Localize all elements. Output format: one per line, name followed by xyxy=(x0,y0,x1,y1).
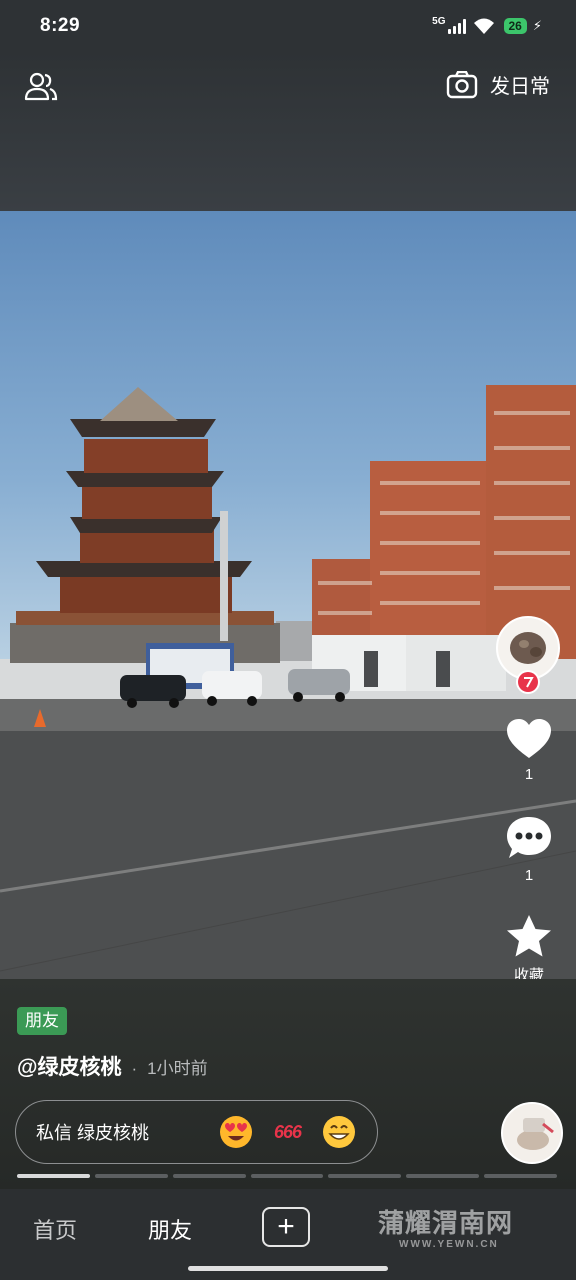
666-emoji[interactable]: 666 xyxy=(274,1122,302,1143)
heart-eyes-emoji[interactable] xyxy=(218,1114,254,1150)
status-bar: 8:29 5G 26 ⚡ xyxy=(0,0,576,52)
post-info-panel: 朋友 @绿皮核桃 · 1小时前 私信 绿皮核桃 666 xyxy=(0,979,576,1189)
network-type: 5G xyxy=(432,16,446,27)
progress-segment xyxy=(328,1174,402,1178)
friends-icon[interactable] xyxy=(22,68,60,106)
progress-segment xyxy=(250,1174,324,1178)
home-indicator[interactable] xyxy=(188,1266,388,1271)
like-count: 1 xyxy=(524,766,534,783)
watermark: 蒲耀渭南网 xyxy=(378,1208,514,1238)
quick-emoji-row: 666 xyxy=(218,1114,357,1150)
nav-home[interactable]: 首页 xyxy=(33,1213,77,1245)
post-time-separator: · xyxy=(131,1059,138,1078)
status-time: 8:29 xyxy=(40,15,81,36)
progress-segment xyxy=(17,1174,90,1178)
top-header: 发日常 xyxy=(0,52,576,212)
charging-icon: ⚡ xyxy=(532,18,542,33)
grin-emoji[interactable] xyxy=(321,1114,357,1150)
favorite-button[interactable]: 收藏 xyxy=(486,914,572,985)
star-icon xyxy=(507,915,551,957)
nav-friends[interactable]: 朋友 xyxy=(148,1213,192,1245)
comment-button[interactable]: 1 xyxy=(486,815,572,884)
author-line: @绿皮核桃 · 1小时前 xyxy=(17,1051,208,1081)
heart-icon xyxy=(507,719,551,758)
post-daily-button[interactable]: 发日常 xyxy=(446,70,550,99)
progress-segment xyxy=(484,1174,558,1178)
comment-icon xyxy=(507,817,551,858)
comment-count: 1 xyxy=(524,867,534,884)
author-name[interactable]: @绿皮核桃 xyxy=(17,1051,121,1081)
avatar-badge xyxy=(516,670,540,694)
progress-segment xyxy=(172,1174,246,1178)
music-avatar[interactable] xyxy=(501,1102,563,1164)
post-time: 1小时前 xyxy=(147,1059,208,1078)
story-progress xyxy=(17,1174,558,1178)
plus-icon: + xyxy=(277,1210,295,1243)
friend-tag: 朋友 xyxy=(17,1007,67,1035)
watermark-url: WWW.YEWN.CN xyxy=(399,1239,499,1250)
post-daily-label: 发日常 xyxy=(490,76,550,98)
signal-icon xyxy=(447,18,466,34)
bottom-nav: 首页 朋友 + 蒲耀渭南网 WWW.YEWN.CN xyxy=(0,1189,576,1280)
direct-message-bar[interactable]: 私信 绿皮核桃 666 xyxy=(15,1100,378,1164)
camera-icon xyxy=(446,70,478,98)
like-button[interactable]: 1 xyxy=(486,718,572,783)
wifi-icon xyxy=(473,18,494,34)
progress-segment xyxy=(406,1174,480,1178)
direct-message-label: 私信 绿皮核桃 xyxy=(36,1123,150,1143)
battery-icon: 26 xyxy=(503,18,527,34)
create-button[interactable]: + xyxy=(262,1207,310,1247)
status-icons: 5G 26 ⚡ xyxy=(432,17,542,35)
badge-icon xyxy=(518,672,538,692)
progress-segment xyxy=(94,1174,168,1178)
